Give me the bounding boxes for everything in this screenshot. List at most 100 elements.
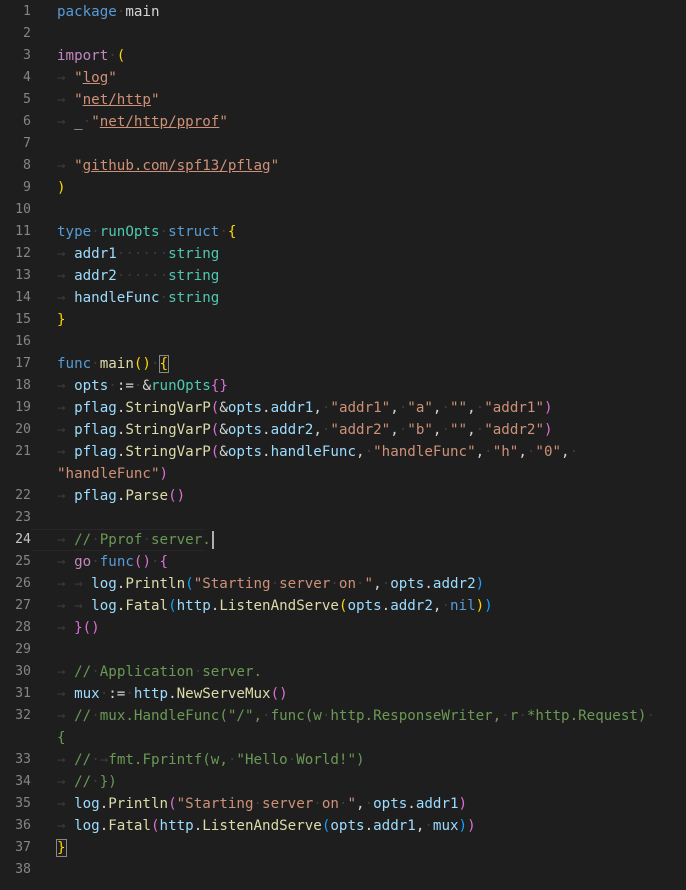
line-content[interactable]: → → log.Fatal(http.ListenAndServe(opts.a… (31, 595, 493, 617)
line-content[interactable]: import·( (31, 45, 125, 67)
code-line[interactable]: 21 → pflag.StringVarP(&opts.handleFunc,·"… (0, 441, 686, 463)
line-content[interactable]: } (31, 837, 67, 859)
code-line[interactable]: 23 (0, 507, 686, 529)
code-line[interactable]: 3 import·( (0, 45, 686, 67)
code-line[interactable]: 19 → pflag.StringVarP(&opts.addr1,·"addr1… (0, 397, 686, 419)
line-content[interactable]: "handleFunc") (31, 463, 168, 485)
line-content[interactable]: → log.Println("Starting·server·on·",·opt… (31, 793, 467, 815)
line-content[interactable]: → log.Fatal(http.ListenAndServe(opts.add… (31, 815, 476, 837)
line-content[interactable]: type·runOpts·struct·{ (31, 221, 236, 243)
code-token: *http.Request) (526, 708, 647, 724)
code-line[interactable]: 18 → opts·:=·&runOpts{} (0, 375, 686, 397)
line-content[interactable]: → "github.com/spf13/pflag" (31, 155, 279, 177)
code-line[interactable]: 30 → //·Application·server. (0, 661, 686, 683)
line-content[interactable] (31, 639, 57, 661)
code-line[interactable]: 8 → "github.com/spf13/pflag" (0, 155, 686, 177)
whitespace-marker: → (57, 488, 75, 504)
code-line[interactable]: 9) (0, 177, 686, 199)
whitespace-marker: · (501, 708, 510, 724)
whitespace-marker: · (381, 576, 391, 592)
code-token: string (168, 246, 220, 262)
line-content[interactable]: → pflag.Parse() (31, 485, 185, 507)
code-line[interactable]: 20 → pflag.StringVarP(&opts.addr2,·"addr2… (0, 419, 686, 441)
code-line[interactable]: 17 func·main()·{ (0, 353, 686, 375)
whitespace-marker: · (91, 532, 100, 548)
line-content[interactable]: → mux·:=·http.NewServeMux() (31, 683, 288, 705)
code-line[interactable]: 13 → addr2······string (0, 265, 686, 287)
code-line[interactable]: 26 → → log.Println("Starting·server·on·",… (0, 573, 686, 595)
line-content[interactable]: } (31, 309, 66, 331)
code-line[interactable]: 11 type·runOpts·struct·{ (0, 221, 686, 243)
code-line[interactable]: 22 → pflag.Parse() (0, 485, 686, 507)
code-line[interactable]: 14 → handleFunc·string (0, 287, 686, 309)
line-content[interactable]: → "log" (31, 67, 117, 89)
line-content[interactable]: → pflag.StringVarP(&opts.addr1,·"addr1",… (31, 397, 553, 419)
line-content[interactable] (31, 331, 57, 353)
code-editor[interactable]: 1 package·main 2 3 import·(4 → "log" 5 → "net/h… (0, 0, 686, 890)
line-content[interactable]: → _·"net/http/pprof" (31, 111, 228, 133)
code-line[interactable]: 29 (0, 639, 686, 661)
code-line[interactable]: 25 → go·func()·{ (0, 551, 686, 573)
code-line[interactable]: 33 → //·→fmt.Fprintf(w,·"Hello·World!") (0, 749, 686, 771)
code-line-wrap[interactable]: { (0, 727, 686, 749)
whitespace-marker: → (57, 378, 75, 394)
line-content[interactable]: → addr2······string (31, 265, 219, 287)
code-line[interactable]: 35 → log.Println("Starting·server·on·",·o… (0, 793, 686, 815)
line-content[interactable]: → "net/http" (31, 89, 160, 111)
line-content[interactable]: → pflag.StringVarP(&opts.addr2,·"addr2",… (31, 419, 553, 441)
line-number: 21 (15, 444, 31, 459)
code-line[interactable]: 10 (0, 199, 686, 221)
code-line[interactable]: 24 → //·Pprof·server. (0, 529, 686, 551)
code-line[interactable]: 32 → //·mux.HandleFunc("/",·func(w·http.R… (0, 705, 686, 727)
code-token: . (99, 818, 109, 834)
line-number: 10 (15, 202, 31, 217)
line-content[interactable] (31, 859, 57, 881)
line-content[interactable]: package·main (31, 1, 160, 23)
line-content[interactable]: → //·→fmt.Fprintf(w,·"Hello·World!") (31, 749, 365, 771)
code-line[interactable]: 38 (0, 859, 686, 881)
whitespace-marker: → (57, 686, 75, 702)
code-line[interactable]: 2 (0, 23, 686, 45)
line-content[interactable] (31, 199, 57, 221)
code-token: pflag (74, 400, 117, 416)
code-line[interactable]: 7 (0, 133, 686, 155)
code-line[interactable]: 16 (0, 331, 686, 353)
code-line[interactable]: 37} (0, 837, 686, 859)
line-content[interactable]: → //·Pprof·server. (31, 529, 214, 551)
line-content[interactable] (31, 507, 57, 529)
code-line[interactable]: 12 → addr1······string (0, 243, 686, 265)
code-line[interactable]: 36 → log.Fatal(http.ListenAndServe(opts.a… (0, 815, 686, 837)
whitespace-marker: · (108, 378, 117, 394)
code-line[interactable]: 4 → "log" (0, 67, 686, 89)
line-number: 1 (23, 4, 31, 19)
line-content[interactable]: → addr1······string (31, 243, 219, 265)
code-line[interactable]: 5 → "net/http" (0, 89, 686, 111)
line-content[interactable] (31, 23, 57, 45)
line-content[interactable]: → //·Application·server. (31, 661, 262, 683)
line-content[interactable]: → opts·:=·&runOpts{} (31, 375, 228, 397)
code-line[interactable]: 31 → mux·:=·http.NewServeMux() (0, 683, 686, 705)
line-content[interactable]: → go·func()·{ (31, 551, 168, 573)
code-token: () (133, 554, 151, 570)
line-number: 11 (15, 224, 31, 239)
code-line[interactable]: 1 package·main (0, 1, 686, 23)
code-line[interactable]: 34 → //·}) (0, 771, 686, 793)
line-number: 30 (15, 664, 31, 679)
line-content[interactable]: → //·mux.HandleFunc("/",·func(w·http.Res… (31, 705, 655, 727)
code-line[interactable]: 28 → }() (0, 617, 686, 639)
code-token: }() (74, 620, 100, 636)
line-content[interactable]: → handleFunc·string (31, 287, 219, 309)
whitespace-marker: · (253, 796, 263, 812)
line-content[interactable]: → //·}) (31, 771, 117, 793)
line-content[interactable]: → }() (31, 617, 100, 639)
line-content[interactable] (31, 133, 57, 155)
code-line-wrap[interactable]: "handleFunc") (0, 463, 686, 485)
line-content[interactable]: ) (31, 177, 66, 199)
code-line[interactable]: 15} (0, 309, 686, 331)
line-content[interactable]: → → log.Println("Starting·server·on·",·o… (31, 573, 484, 595)
line-content[interactable]: { (31, 727, 66, 749)
line-content[interactable]: → pflag.StringVarP(&opts.handleFunc,·"ha… (31, 441, 578, 463)
code-line[interactable]: 6 → _·"net/http/pprof" (0, 111, 686, 133)
line-content[interactable]: func·main()·{ (31, 353, 170, 375)
code-line[interactable]: 27 → → log.Fatal(http.ListenAndServe(opts… (0, 595, 686, 617)
